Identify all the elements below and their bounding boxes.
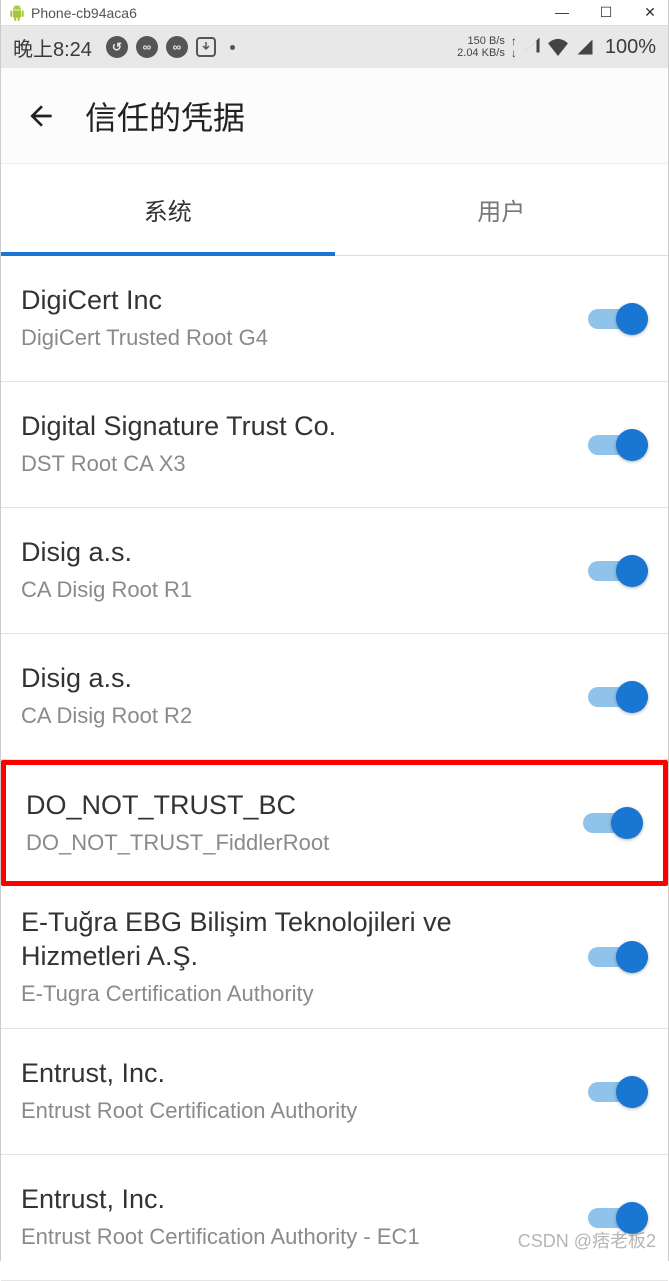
- window-title: Phone-cb94aca6: [31, 5, 552, 21]
- cert-name: E-Tuğra EBG Bilişim Teknolojileri ve Hiz…: [21, 906, 572, 974]
- net-speed-up: 150 B/s: [457, 35, 505, 47]
- network-speed: 150 B/s 2.04 KB/s: [457, 35, 505, 59]
- download-icon: [196, 37, 216, 57]
- tab-system[interactable]: 系统: [1, 164, 335, 255]
- cert-row[interactable]: E-Tuğra EBG Bilişim Teknolojileri ve Hiz…: [1, 886, 668, 1029]
- status-icons-right: 150 B/s 2.04 KB/s ↑↓ 100%: [457, 35, 656, 59]
- cert-row[interactable]: Disig a.s. CA Disig Root R1: [1, 508, 668, 634]
- status-icons-left: ↺ ∞ ∞: [106, 36, 235, 58]
- status-notif-icon-2: ∞: [136, 36, 158, 58]
- cert-row[interactable]: Digital Signature Trust Co. DST Root CA …: [1, 382, 668, 508]
- cert-subtitle: CA Disig Root R1: [21, 576, 572, 605]
- cert-text: Disig a.s. CA Disig Root R1: [21, 536, 572, 604]
- android-status-bar: 晚上8:24 ↺ ∞ ∞ 150 B/s 2.04 KB/s ↑↓ 100%: [1, 26, 668, 68]
- minimize-button[interactable]: —: [552, 4, 572, 21]
- tab-user-label: 用户: [477, 192, 525, 227]
- cert-name: DigiCert Inc: [21, 284, 572, 318]
- cert-row[interactable]: DO_NOT_TRUST_BC DO_NOT_TRUST_FiddlerRoot: [1, 760, 668, 886]
- cert-toggle[interactable]: [583, 805, 643, 841]
- cert-subtitle: DST Root CA X3: [21, 450, 572, 479]
- cert-row[interactable]: Entrust, Inc. Entrust Root Certification…: [1, 1155, 668, 1281]
- cert-row[interactable]: Entrust, Inc. Entrust Root Certification…: [1, 1029, 668, 1155]
- wifi-icon: [547, 38, 569, 56]
- cert-text: E-Tuğra EBG Bilişim Teknolojileri ve Hiz…: [21, 906, 572, 1008]
- cert-name: Disig a.s.: [21, 662, 572, 696]
- cert-text: Entrust, Inc. Entrust Root Certification…: [21, 1057, 572, 1125]
- cert-subtitle: E-Tugra Certification Authority: [21, 980, 572, 1009]
- net-arrows-icon: ↑↓: [511, 35, 517, 59]
- battery-percentage: 100%: [605, 36, 656, 59]
- tab-user[interactable]: 用户: [335, 164, 669, 255]
- cert-name: Digital Signature Trust Co.: [21, 410, 572, 444]
- sim-signal-icon: [523, 36, 541, 59]
- android-icon: [9, 5, 25, 21]
- tabs: 系统 用户: [1, 164, 668, 256]
- cert-name: Entrust, Inc.: [21, 1057, 572, 1091]
- cert-toggle[interactable]: [588, 939, 648, 975]
- maximize-button[interactable]: ☐: [596, 4, 616, 21]
- cert-text: Entrust, Inc. Entrust Root Certification…: [21, 1183, 572, 1251]
- window-controls: — ☐ ✕: [552, 4, 660, 21]
- status-notif-icon-1: ↺: [106, 36, 128, 58]
- back-button[interactable]: [21, 96, 61, 136]
- cert-subtitle: CA Disig Root R2: [21, 702, 572, 731]
- cert-row[interactable]: DigiCert Inc DigiCert Trusted Root G4: [1, 256, 668, 382]
- cert-text: Disig a.s. CA Disig Root R2: [21, 662, 572, 730]
- cert-subtitle: Entrust Root Certification Authority - E…: [21, 1223, 572, 1252]
- cert-toggle[interactable]: [588, 1074, 648, 1110]
- cert-text: DO_NOT_TRUST_BC DO_NOT_TRUST_FiddlerRoot: [26, 789, 567, 857]
- cert-name: Disig a.s.: [21, 536, 572, 570]
- cert-name: DO_NOT_TRUST_BC: [26, 789, 567, 823]
- cert-subtitle: DigiCert Trusted Root G4: [21, 324, 572, 353]
- cell-signal-icon: [575, 38, 595, 56]
- cert-toggle[interactable]: [588, 427, 648, 463]
- cert-text: DigiCert Inc DigiCert Trusted Root G4: [21, 284, 572, 352]
- cert-toggle[interactable]: [588, 553, 648, 589]
- cert-subtitle: Entrust Root Certification Authority: [21, 1097, 572, 1126]
- tab-system-label: 系统: [144, 192, 192, 227]
- cert-toggle[interactable]: [588, 301, 648, 337]
- cert-row[interactable]: Disig a.s. CA Disig Root R2: [1, 634, 668, 760]
- page-title: 信任的凭据: [85, 93, 245, 139]
- more-notifications-dot: [230, 45, 235, 50]
- cert-toggle[interactable]: [588, 679, 648, 715]
- certificate-list[interactable]: DigiCert Inc DigiCert Trusted Root G4 Di…: [1, 256, 668, 1281]
- close-button[interactable]: ✕: [640, 4, 660, 21]
- emulator-titlebar: Phone-cb94aca6 — ☐ ✕: [1, 0, 668, 26]
- action-bar: 信任的凭据: [1, 68, 668, 164]
- cert-toggle[interactable]: [588, 1200, 648, 1236]
- cert-text: Digital Signature Trust Co. DST Root CA …: [21, 410, 572, 478]
- cert-name: Entrust, Inc.: [21, 1183, 572, 1217]
- cert-subtitle: DO_NOT_TRUST_FiddlerRoot: [26, 829, 567, 858]
- net-speed-down: 2.04 KB/s: [457, 47, 505, 59]
- status-notif-icon-3: ∞: [166, 36, 188, 58]
- status-time: 晚上8:24: [13, 33, 92, 62]
